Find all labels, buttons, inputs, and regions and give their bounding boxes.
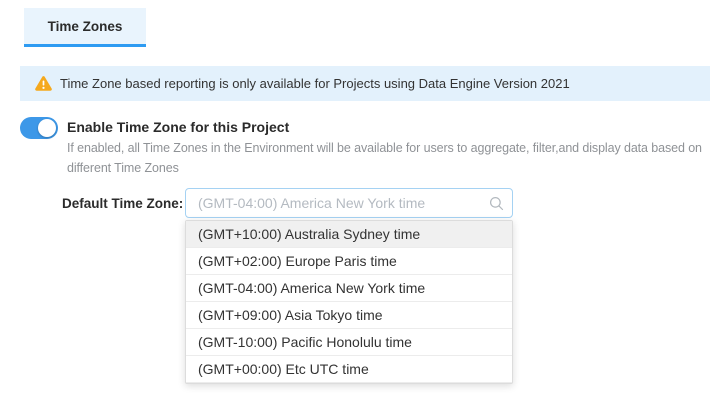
toggle-knob (38, 119, 56, 137)
toggle-text-block: Enable Time Zone for this Project If ena… (67, 117, 709, 178)
toggle-description: If enabled, all Time Zones in the Enviro… (67, 138, 709, 178)
timezone-option[interactable]: (GMT-10:00) Pacific Honolulu time (186, 329, 512, 356)
enable-timezone-section: Enable Time Zone for this Project If ena… (20, 117, 709, 178)
timezone-option[interactable]: (GMT+10:00) Australia Sydney time (186, 221, 512, 248)
timezone-settings-page: Time Zones Time Zone based reporting is … (0, 0, 727, 404)
timezone-combobox: (GMT+10:00) Australia Sydney time (GMT+0… (185, 188, 513, 218)
timezone-option[interactable]: (GMT+00:00) Etc UTC time (186, 356, 512, 383)
timezone-option-label: (GMT+02:00) Europe Paris time (198, 253, 397, 269)
timezone-option-label: (GMT-04:00) America New York time (198, 280, 425, 296)
warning-triangle-icon (35, 76, 52, 91)
enable-timezone-toggle[interactable] (20, 117, 58, 139)
default-timezone-label: Default Time Zone: (62, 196, 177, 211)
timezone-option-label: (GMT-10:00) Pacific Honolulu time (198, 334, 412, 350)
timezone-option[interactable]: (GMT+09:00) Asia Tokyo time (186, 302, 512, 329)
timezone-option-label: (GMT+09:00) Asia Tokyo time (198, 307, 383, 323)
timezone-option-label: (GMT+00:00) Etc UTC time (198, 361, 369, 377)
timezone-option[interactable]: (GMT+02:00) Europe Paris time (186, 248, 512, 275)
timezone-option-label: (GMT+10:00) Australia Sydney time (198, 226, 420, 242)
banner-text: Time Zone based reporting is only availa… (60, 76, 570, 91)
tab-time-zones[interactable]: Time Zones (24, 8, 146, 47)
tab-time-zones-label: Time Zones (48, 19, 123, 34)
timezone-dropdown: (GMT+10:00) Australia Sydney time (GMT+0… (185, 220, 513, 384)
default-timezone-row: Default Time Zone: (GMT+10:00) Australia… (62, 188, 513, 218)
timezone-search-input[interactable] (185, 188, 513, 218)
toggle-title: Enable Time Zone for this Project (67, 117, 709, 137)
info-banner: Time Zone based reporting is only availa… (20, 66, 710, 101)
timezone-option[interactable]: (GMT-04:00) America New York time (186, 275, 512, 302)
